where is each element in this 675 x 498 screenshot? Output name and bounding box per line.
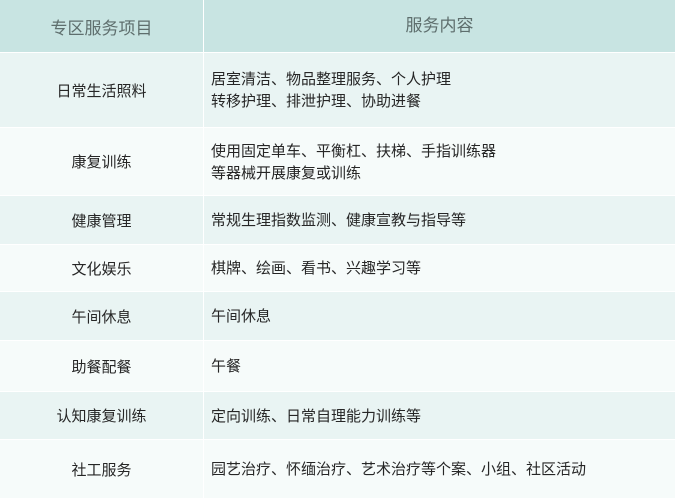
- table-row: 认知康复训练 定向训练、日常自理能力训练等: [0, 391, 675, 439]
- content-line: 午间休息: [211, 307, 272, 325]
- table-row: 日常生活照料 居室清洁、物品整理服务、个人护理 转移护理、排泄护理、协助进餐: [0, 52, 675, 127]
- content-line: 常规生理指数监测、健康宣教与指导等: [211, 211, 467, 229]
- table-row: 文化娱乐 棋牌、绘画、看书、兴趣学习等: [0, 244, 675, 291]
- table-row: 助餐配餐 午餐: [0, 340, 675, 391]
- service-content-cell: 午餐: [204, 341, 675, 391]
- service-content-cell: 使用固定单车、平衡杠、扶梯、手指训练器 等器械开展康复或训练: [204, 128, 675, 195]
- content-line: 等器械开展康复或训练: [211, 163, 362, 182]
- service-content-cell: 棋牌、绘画、看书、兴趣学习等: [204, 245, 675, 291]
- header-service-item: 专区服务项目: [0, 0, 204, 52]
- content-line: 园艺治疗、怀缅治疗、艺术治疗等个案、小组、社区活动: [211, 460, 587, 478]
- service-item-cell: 助餐配餐: [0, 341, 204, 391]
- service-content-cell: 定向训练、日常自理能力训练等: [204, 392, 675, 439]
- header-service-content: 服务内容: [405, 16, 474, 36]
- table-row: 健康管理 常规生理指数监测、健康宣教与指导等: [0, 195, 675, 244]
- content-line: 居室清洁、物品整理服务、个人护理: [211, 70, 452, 88]
- service-item-cell: 日常生活照料: [0, 53, 204, 127]
- service-item-cell: 认知康复训练: [0, 392, 204, 439]
- service-item-cell: 午间休息: [0, 292, 204, 340]
- service-item-cell: 康复训练: [0, 128, 204, 195]
- service-content-cell: 常规生理指数监测、健康宣教与指导等: [204, 196, 675, 244]
- table-row: 社工服务 园艺治疗、怀缅治疗、艺术治疗等个案、小组、社区活动: [0, 439, 675, 498]
- service-content-cell: 园艺治疗、怀缅治疗、艺术治疗等个案、小组、社区活动: [204, 440, 675, 498]
- content-line: 棋牌、绘画、看书、兴趣学习等: [211, 259, 422, 277]
- service-content-cell: 午间休息: [204, 292, 675, 340]
- table-row: 康复训练 使用固定单车、平衡杠、扶梯、手指训练器 等器械开展康复或训练: [0, 127, 675, 195]
- service-content-cell: 居室清洁、物品整理服务、个人护理 转移护理、排泄护理、协助进餐: [204, 53, 675, 127]
- service-item-cell: 健康管理: [0, 196, 204, 244]
- content-line: 定向训练、日常自理能力训练等: [211, 406, 422, 425]
- content-line: 使用固定单车、平衡杠、扶梯、手指训练器: [211, 141, 497, 160]
- content-line: 转移护理、排泄护理、协助进餐: [211, 92, 422, 110]
- content-line: 午餐: [211, 357, 242, 375]
- table-row: 午间休息 午间休息: [0, 291, 675, 340]
- service-table: 专区服务项目 服务内容 日常生活照料 居室清洁、物品整理服务、个人护理 转移护理、…: [0, 0, 675, 498]
- table-header: 专区服务项目 服务内容: [0, 0, 675, 52]
- service-item-cell: 文化娱乐: [0, 245, 204, 291]
- service-item-cell: 社工服务: [0, 440, 204, 498]
